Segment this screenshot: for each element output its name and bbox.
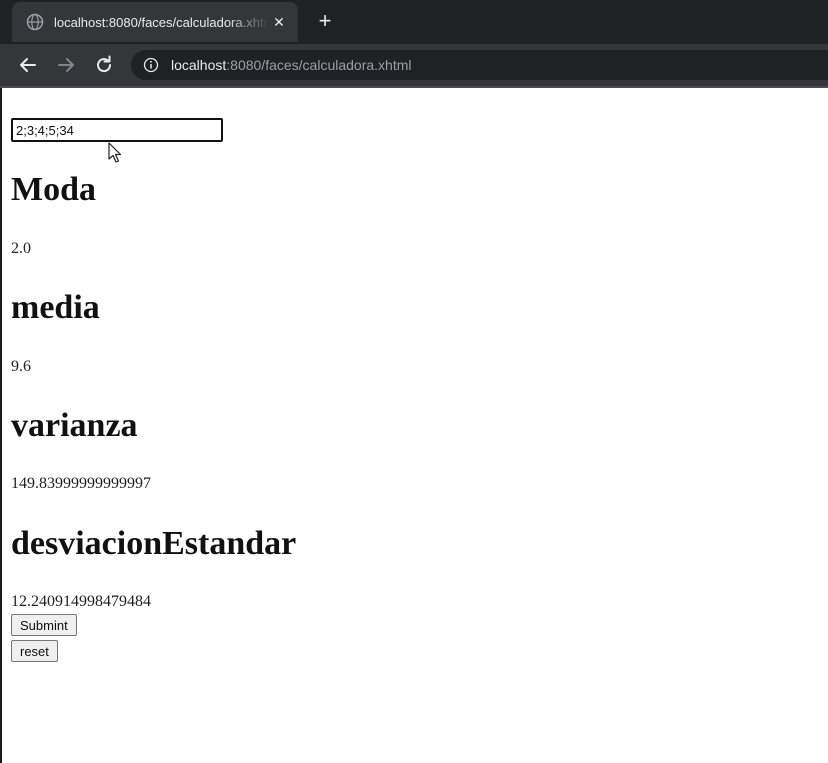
moda-value: 2.0 [11,240,31,257]
url-host: localhost [171,57,227,73]
reload-icon[interactable] [92,53,116,77]
submit-button[interactable]: Submint [11,614,77,636]
moda-heading: Moda [11,171,96,208]
globe-icon [26,13,44,31]
varianza-value: 149.83999999999997 [11,475,151,492]
forward-arrow-icon[interactable] [54,53,78,77]
tab-strip: localhost:8080/faces/calculadora.xhtml ✕… [0,0,828,44]
mouse-pointer-icon [108,142,122,163]
desviacion-estandar-value: 12.240914998479484 [11,593,151,610]
back-arrow-icon[interactable] [16,53,40,77]
browser-tab[interactable]: localhost:8080/faces/calculadora.xhtml ✕ [12,2,298,42]
varianza-heading: varianza [11,407,138,444]
info-icon[interactable] [143,57,159,73]
page-content: Moda 2.0 media 9.6 varianza 149.83999999… [0,88,828,763]
close-icon[interactable]: ✕ [270,14,288,31]
reset-button[interactable]: reset [11,640,58,662]
new-tab-button[interactable]: + [313,9,337,33]
browser-chrome: localhost:8080/faces/calculadora.xhtml ✕… [0,0,828,88]
browser-toolbar: localhost:8080/faces/calculadora.xhtml [0,44,828,86]
media-value: 9.6 [11,358,31,375]
tab-title: localhost:8080/faces/calculadora.xhtml [54,14,270,30]
media-heading: media [11,289,100,326]
url-path: :8080/faces/calculadora.xhtml [226,57,412,73]
window-edge [0,88,2,763]
numbers-input[interactable] [11,118,223,142]
address-bar[interactable]: localhost:8080/faces/calculadora.xhtml [131,50,828,80]
desviacion-estandar-heading: desviacionEstandar [11,525,297,562]
